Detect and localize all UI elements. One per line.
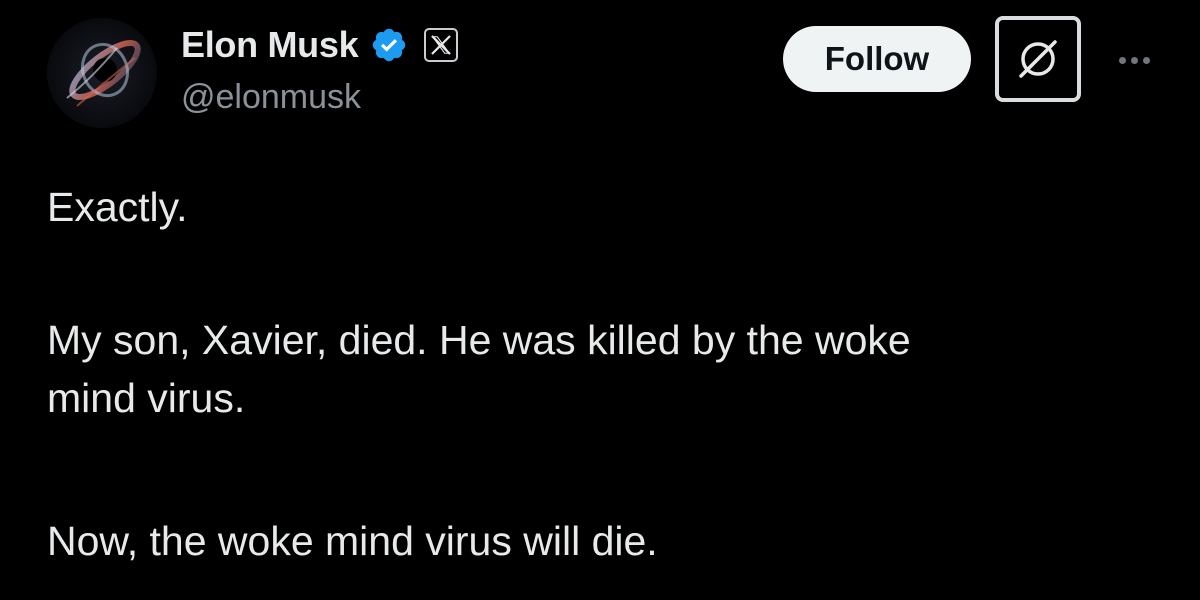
grok-icon	[1019, 40, 1057, 78]
tweet-card: Elon Musk @elonmusk Follow Exactly. My s…	[0, 0, 1200, 600]
x-logo-icon[interactable]	[424, 28, 459, 62]
follow-button[interactable]: Follow	[783, 26, 971, 92]
tweet-paragraph: Exactly.	[47, 184, 188, 230]
author-handle[interactable]: @elonmusk	[181, 78, 361, 117]
black-hole-avatar-icon	[47, 18, 157, 128]
more-options-icon	[1118, 56, 1126, 64]
verified-badge-icon[interactable]	[370, 26, 408, 64]
avatar[interactable]	[47, 18, 157, 128]
display-name[interactable]: Elon Musk	[181, 24, 359, 66]
author-name-row: Elon Musk	[181, 22, 459, 68]
more-options-button[interactable]	[1108, 40, 1160, 80]
grok-button[interactable]	[995, 16, 1081, 102]
tweet-paragraph: Now, the woke mind virus will die.	[47, 518, 658, 564]
tweet-paragraph: My son, Xavier, died. He was killed by t…	[47, 317, 911, 421]
